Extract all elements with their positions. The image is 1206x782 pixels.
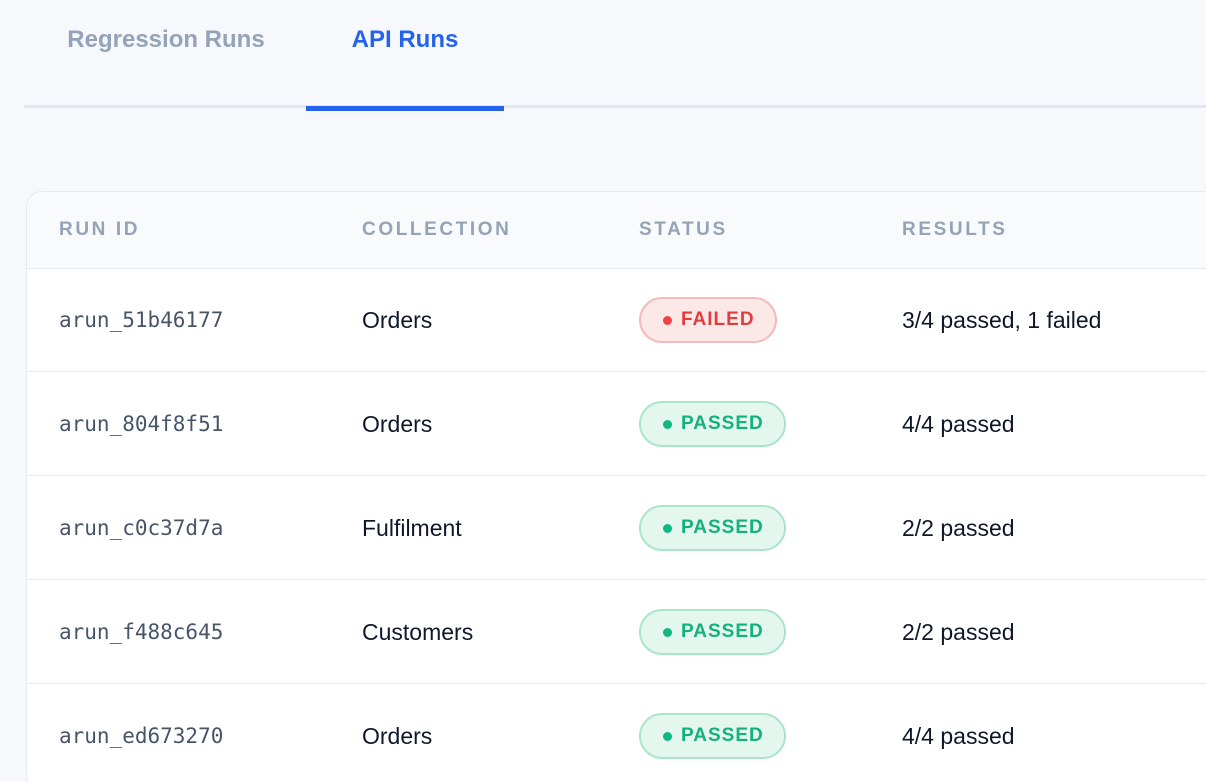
run-id: arun_ed673270 [59, 724, 224, 748]
table-row[interactable]: arun_51b46177 Orders FAILED 3/4 passed, … [27, 268, 1206, 372]
table-header: RUN ID COLLECTION STATUS RESULTS [27, 192, 1206, 269]
status-label: PASSED [681, 621, 764, 642]
status-badge: PASSED [639, 713, 786, 759]
results-summary: 2/2 passed [902, 514, 1015, 541]
status-badge: PASSED [639, 609, 786, 655]
table-row[interactable]: arun_c0c37d7a Fulfilment PASSED 2/2 pass… [27, 476, 1206, 580]
api-runs-table: RUN ID COLLECTION STATUS RESULTS arun_51… [26, 191, 1206, 782]
collection-name: Orders [362, 410, 433, 437]
tab-regression-runs[interactable]: Regression Runs [46, 0, 286, 108]
status-label: PASSED [681, 413, 764, 434]
table-row[interactable]: arun_f488c645 Customers PASSED 2/2 passe… [27, 580, 1206, 684]
header-results[interactable]: RESULTS [902, 192, 1007, 268]
status-label: PASSED [681, 725, 764, 746]
status-dot-icon [663, 419, 672, 429]
status-cell: PASSED [639, 580, 786, 684]
tab-bar: Regression Runs API Runs [24, 0, 1206, 111]
status-dot-icon [663, 627, 672, 637]
status-dot-icon [663, 731, 672, 741]
header-run-id[interactable]: RUN ID [59, 192, 140, 268]
collection-name: Customers [362, 618, 474, 645]
header-collection[interactable]: COLLECTION [362, 192, 512, 268]
status-label: FAILED [681, 309, 755, 330]
results-summary: 4/4 passed [902, 722, 1015, 749]
run-id: arun_f488c645 [59, 620, 224, 644]
collection-name: Fulfilment [362, 514, 462, 541]
table-row[interactable]: arun_ed673270 Orders PASSED 4/4 passed [27, 684, 1206, 782]
header-status[interactable]: STATUS [639, 192, 728, 268]
results-summary: 4/4 passed [902, 410, 1015, 437]
status-cell: PASSED [639, 372, 786, 476]
collection-name: Orders [362, 722, 433, 749]
table-row[interactable]: arun_804f8f51 Orders PASSED 4/4 passed [27, 372, 1206, 476]
run-id: arun_c0c37d7a [59, 516, 224, 540]
tab-regression-runs-label: Regression Runs [67, 26, 265, 53]
tab-api-runs[interactable]: API Runs [306, 0, 504, 111]
page: Regression Runs API Runs RUN ID COLLECTI… [0, 0, 1206, 782]
status-dot-icon [663, 523, 672, 533]
status-cell: FAILED [639, 268, 777, 372]
run-id: arun_51b46177 [59, 308, 224, 332]
status-badge: PASSED [639, 401, 786, 447]
tab-api-runs-label: API Runs [351, 26, 459, 53]
status-badge: PASSED [639, 505, 786, 551]
status-cell: PASSED [639, 684, 786, 782]
collection-name: Orders [362, 306, 433, 333]
results-summary: 3/4 passed, 1 failed [902, 306, 1102, 333]
status-cell: PASSED [639, 476, 786, 580]
results-summary: 2/2 passed [902, 618, 1015, 645]
status-label: PASSED [681, 517, 764, 538]
status-badge: FAILED [639, 297, 777, 343]
status-dot-icon [663, 315, 672, 325]
run-id: arun_804f8f51 [59, 412, 224, 436]
